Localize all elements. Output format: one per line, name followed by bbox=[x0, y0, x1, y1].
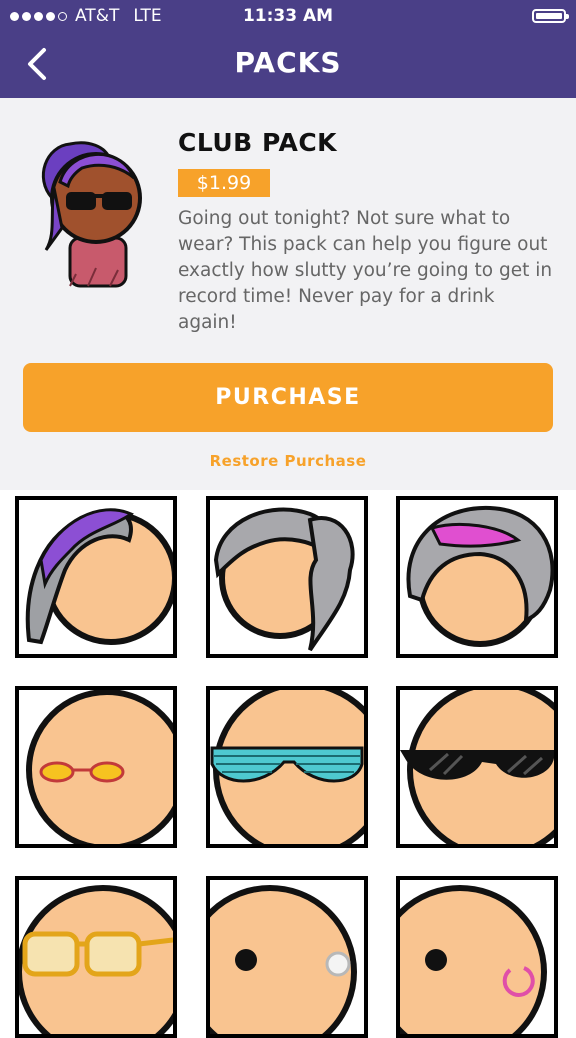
price-badge: $1.99 bbox=[178, 169, 270, 197]
pack-preview-avatar-icon bbox=[41, 141, 142, 288]
gray-ponytail-hair-icon bbox=[213, 507, 355, 652]
status-bar: AT&T LTE 11:33 AM bbox=[0, 0, 576, 32]
page-title: PACKS bbox=[234, 46, 342, 79]
gold-frame-glasses-icon bbox=[19, 885, 173, 1034]
item-tile-gray-pink-bob-hair[interactable] bbox=[396, 496, 558, 658]
item-tile-pearl-earring[interactable] bbox=[206, 876, 368, 1038]
purchase-button[interactable]: PURCHASE bbox=[23, 363, 553, 432]
item-tile-purple-streak-hair[interactable] bbox=[15, 496, 177, 658]
gray-pink-bob-hair-icon bbox=[406, 505, 554, 647]
pack-name: CLUB PACK bbox=[178, 128, 338, 157]
round-yellow-glasses-icon bbox=[26, 690, 173, 844]
item-tile-gold-frame-glasses[interactable] bbox=[15, 876, 177, 1038]
restore-purchase-link[interactable]: Restore Purchase bbox=[0, 452, 576, 470]
shutter-shades-icon bbox=[210, 690, 364, 844]
item-tile-gray-ponytail-hair[interactable] bbox=[206, 496, 368, 658]
nav-bar: PACKS bbox=[0, 32, 576, 98]
pink-hoop-earring-icon bbox=[400, 885, 547, 1034]
item-tile-shutter-shades[interactable] bbox=[206, 686, 368, 848]
status-time: 11:33 AM bbox=[242, 6, 334, 26]
pack-info-panel: CLUB PACK $1.99 Going out tonight? Not s… bbox=[0, 98, 576, 490]
black-sunglasses-icon bbox=[400, 690, 554, 844]
item-tile-black-sunglasses[interactable] bbox=[396, 686, 558, 848]
item-tile-pink-hoop-earring[interactable] bbox=[396, 876, 558, 1038]
purple-streak-hair-icon bbox=[25, 508, 173, 645]
pack-description: Going out tonight? Not sure what to wear… bbox=[178, 208, 553, 333]
battery-icon bbox=[532, 9, 569, 23]
pearl-earring-icon bbox=[210, 885, 357, 1034]
item-tile-round-yellow-glasses[interactable] bbox=[15, 686, 177, 848]
